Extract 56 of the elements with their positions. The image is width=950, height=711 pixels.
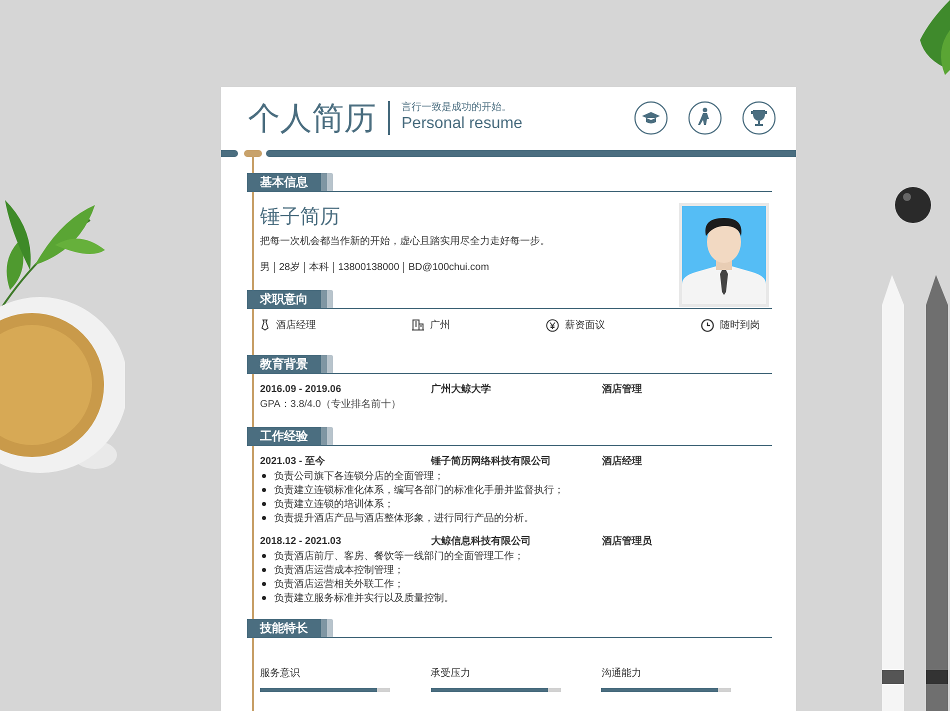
duty-text: 负责酒店前厅、客房、餐饮等一线部门的全面管理工作； (274, 550, 524, 564)
section-title: 基本信息 (247, 173, 321, 191)
bullet-icon (262, 582, 266, 586)
duty-text: 负责提升酒店产品与酒店整体形象，进行同行产品的分析。 (274, 512, 534, 526)
entry-organization: 大鲸信息科技有限公司 (431, 534, 532, 548)
personal-fact: 13800138000 (333, 262, 404, 273)
entry-role: 酒店经理 (602, 454, 642, 468)
header-subtitle: Personal resume (402, 114, 522, 134)
section-title: 教育背景 (247, 355, 321, 373)
duty-text: 负责建立服务标准并实行以及质量控制。 (274, 592, 454, 606)
entry-role: 酒店管理 (602, 382, 642, 396)
duty-text: 负责建立连锁标准化体系，编写各部门的标准化手册并监督执行； (274, 484, 564, 498)
ball-drawing (893, 185, 933, 225)
skill-name: 承受压力 (430, 666, 472, 680)
bullet-icon (262, 568, 266, 572)
resume-title: 个人简历 (248, 99, 376, 138)
personal-fact: 28岁 (274, 262, 304, 273)
entry-organization: 广州大鲸大学 (431, 382, 492, 396)
bullet-icon (262, 488, 266, 492)
personal-fact: 男 (260, 262, 271, 273)
section-title: 工作经验 (247, 427, 321, 445)
person-name: 锤子简历 (260, 205, 341, 230)
entry-period: 2018.12 - 2021.03 (260, 534, 342, 548)
skill-name: 服务意识 (260, 666, 301, 680)
intent-text: 随时到岗 (720, 318, 760, 332)
duty-text: 负责建立连锁的培训体系； (274, 498, 394, 512)
section-title: 技能特长 (247, 619, 321, 637)
duty-text: 负责酒店运营相关外联工作； (274, 578, 404, 592)
walking-person-icon (688, 101, 722, 135)
section-title: 求职意向 (247, 290, 321, 308)
intent-text: 广州 (430, 318, 450, 332)
yen-icon (546, 318, 559, 332)
bullet-icon (262, 474, 266, 478)
entry-organization: 锤子简历网络科技有限公司 (431, 454, 552, 468)
duty-text: 负责酒店运营成本控制管理； (274, 564, 404, 578)
entry-note: GPA：3.8/4.0（专业排名前十） (260, 398, 402, 412)
intent-text: 薪资面议 (565, 318, 605, 332)
personal-motto: 把每一次机会都当作新的开始，虚心且踏实用尽全力走好每一步。 (260, 234, 550, 249)
entry-period: 2021.03 - 至今 (260, 454, 326, 468)
tie-icon (260, 319, 270, 331)
graduation-cap-icon (634, 101, 668, 135)
bullet-icon (262, 596, 266, 600)
bullet-icon (262, 516, 266, 520)
entry-role: 酒店管理员 (602, 534, 652, 548)
bullet-icon (262, 554, 266, 558)
skill-name: 沟通能力 (601, 666, 642, 680)
building-icon (412, 319, 424, 331)
personal-fact: 本科 (304, 262, 334, 273)
intent-text: 酒店经理 (276, 318, 316, 332)
personal-fact: BD@100chui.com (403, 262, 494, 273)
trophy-icon (742, 101, 776, 135)
bullet-icon (262, 502, 266, 506)
duty-text: 负责公司旗下各连锁分店的全面管理； (274, 470, 444, 484)
header-motto: 言行一致是成功的开始。 (402, 102, 512, 114)
clock-icon (701, 318, 714, 332)
entry-period: 2016.09 - 2019.06 (260, 382, 342, 396)
